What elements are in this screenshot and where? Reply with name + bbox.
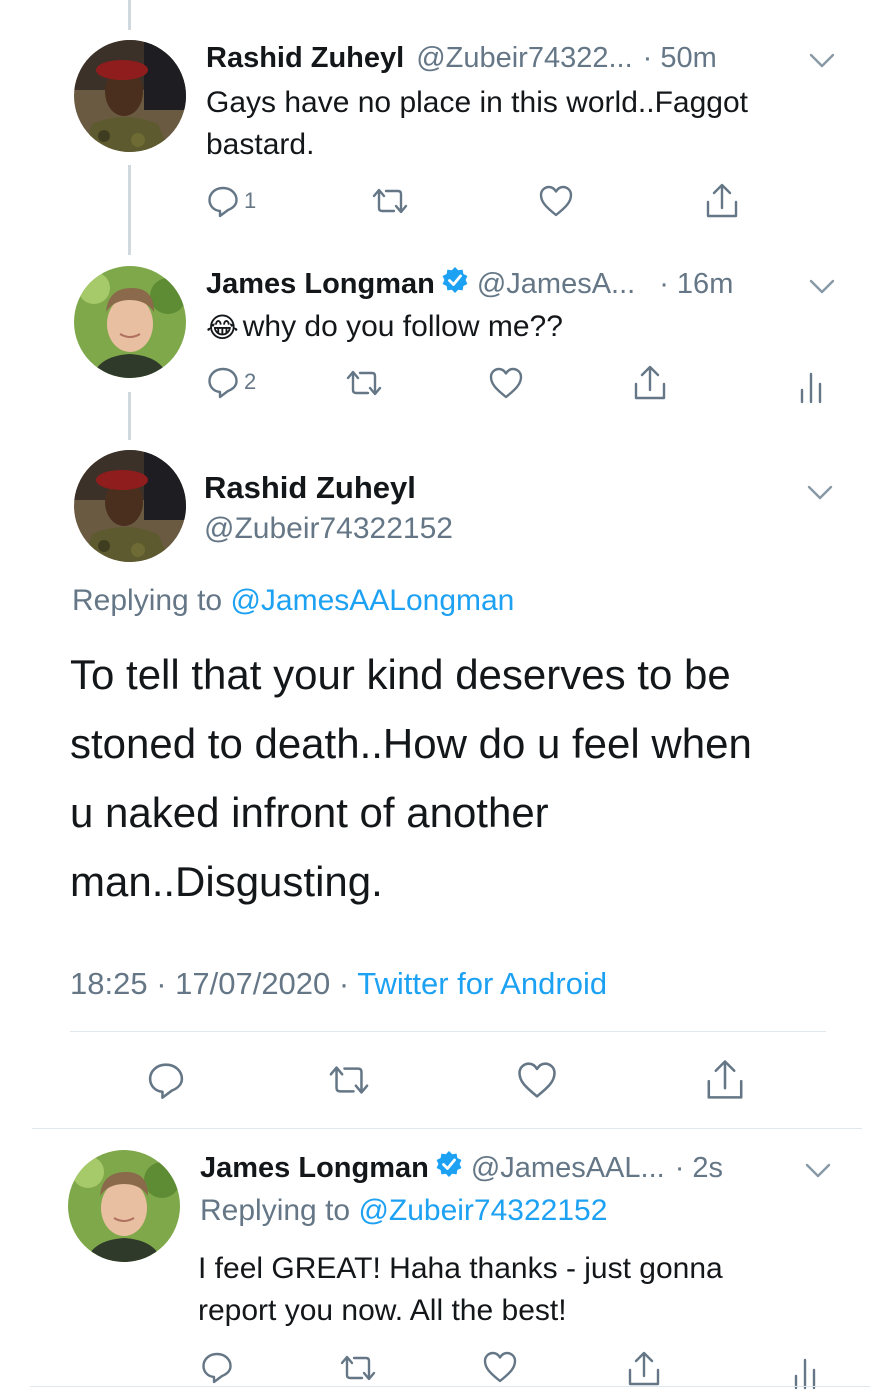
share-button[interactable] (704, 182, 740, 220)
like-icon (488, 366, 524, 400)
tweet-header: Rashid Zuheyl @Zubeir74322... · 50m (206, 38, 717, 78)
replying-prefix: Replying to (200, 1194, 359, 1227)
retweet-icon (344, 368, 384, 398)
tweet-text-line: man..Disgusting. (70, 858, 383, 905)
like-button[interactable] (488, 366, 524, 400)
tweet-time: · 50m (642, 41, 717, 74)
reply-button[interactable] (146, 1060, 186, 1100)
author-handle[interactable]: @Zubeir74322152 (204, 512, 453, 546)
author-name[interactable]: James Longman (200, 1152, 429, 1185)
share-icon (626, 1350, 662, 1388)
thread-line (128, 392, 131, 440)
reply-count: 1 (244, 188, 257, 213)
like-icon (482, 1350, 518, 1384)
divider (32, 1128, 862, 1129)
tweet-timestamp[interactable]: 18:25 · 17/07/2020 · (70, 966, 357, 1001)
tweet-text-line: bastard. (206, 128, 315, 161)
tweet-header: James Longman @JamesA... · 16m (206, 264, 733, 304)
retweet-button[interactable] (338, 1353, 378, 1383)
author-handle[interactable]: @JamesAAL... (471, 1152, 665, 1185)
like-button[interactable] (516, 1060, 558, 1100)
like-icon (538, 184, 574, 218)
verified-badge-icon (441, 266, 469, 302)
chevron-down-icon[interactable] (808, 52, 836, 75)
analytics-button[interactable] (792, 1356, 818, 1390)
reply-icon (206, 184, 240, 218)
focused-tweet-text: To tell that your kind deserves to be st… (70, 640, 752, 916)
tweet-source[interactable]: Twitter for Android (357, 966, 607, 1001)
author-handle[interactable]: @Zubeir74322... (416, 42, 632, 75)
tweet-text: 😂 why do you follow me?? (206, 306, 563, 348)
tweet-time: · 16m (659, 267, 734, 300)
tweet-text: I feel GREAT! Haha thanks - just gonna r… (198, 1248, 723, 1332)
chevron-down-icon[interactable] (804, 1162, 832, 1185)
share-icon (632, 364, 668, 402)
reply-icon (200, 1350, 234, 1384)
like-icon (516, 1060, 558, 1100)
tweet-meta: 18:25 · 17/07/2020 · Twitter for Android (70, 966, 607, 1002)
replying-to-handle[interactable]: @JamesAALongman (230, 584, 514, 617)
tweet-text-line: u naked infront of another (70, 789, 549, 836)
retweet-button[interactable] (370, 186, 410, 216)
reply-button[interactable]: 1 (206, 184, 256, 218)
author-handle[interactable]: @JamesA... (477, 268, 635, 301)
author-name[interactable]: Rashid Zuheyl (204, 470, 416, 506)
emoji: 😂 (206, 311, 239, 343)
author-name[interactable]: Rashid Zuheyl (206, 42, 404, 75)
avatar[interactable] (68, 1150, 180, 1262)
chevron-down-icon[interactable] (806, 484, 834, 507)
thread-line (128, 0, 131, 30)
tweet-header: James Longman @JamesAAL... · 2s (200, 1148, 723, 1188)
tweet-text-line: Gays have no place in this world..Faggot (206, 86, 748, 119)
tweet-text-line: To tell that your kind deserves to be (70, 651, 731, 698)
tweet-time: · 2s (674, 1151, 724, 1184)
retweet-icon (326, 1063, 372, 1097)
retweet-icon (338, 1353, 378, 1383)
like-button[interactable] (482, 1350, 518, 1384)
share-button[interactable] (632, 364, 668, 402)
avatar[interactable] (74, 266, 186, 378)
reply-icon (146, 1060, 186, 1100)
chevron-down-icon[interactable] (808, 278, 836, 301)
reply-count: 2 (244, 369, 257, 394)
divider (30, 1386, 870, 1387)
replying-to: Replying to @JamesAALongman (72, 584, 514, 618)
share-icon (704, 1058, 746, 1102)
tweet-text-line: stoned to death..How do u feel when (70, 720, 752, 767)
retweet-button[interactable] (344, 368, 384, 398)
reply-button[interactable] (200, 1350, 234, 1384)
retweet-icon (370, 186, 410, 216)
retweet-button[interactable] (326, 1063, 372, 1097)
avatar[interactable] (74, 450, 186, 562)
replying-to-handle[interactable]: @Zubeir74322152 (358, 1194, 607, 1227)
tweet-text-line: report you now. All the best! (198, 1294, 567, 1327)
analytics-button[interactable] (798, 370, 824, 404)
divider (70, 1031, 826, 1032)
tweet-text: Gays have no place in this world..Faggot… (206, 82, 748, 166)
reply-button[interactable]: 2 (206, 365, 256, 399)
tweet-text-line: I feel GREAT! Haha thanks - just gonna (198, 1252, 723, 1285)
share-button[interactable] (626, 1350, 662, 1388)
share-button[interactable] (704, 1058, 746, 1102)
thread-line (128, 165, 131, 255)
replying-to: Replying to @Zubeir74322152 (200, 1194, 607, 1228)
avatar[interactable] (74, 40, 186, 152)
author-name[interactable]: James Longman (206, 268, 435, 301)
verified-badge-icon (435, 1150, 463, 1186)
analytics-icon (798, 370, 824, 404)
tweet-text-line: why do you follow me?? (242, 310, 563, 343)
share-icon (704, 182, 740, 220)
reply-icon (206, 365, 240, 399)
like-button[interactable] (538, 184, 574, 218)
replying-prefix: Replying to (72, 584, 231, 617)
analytics-icon (792, 1356, 818, 1390)
